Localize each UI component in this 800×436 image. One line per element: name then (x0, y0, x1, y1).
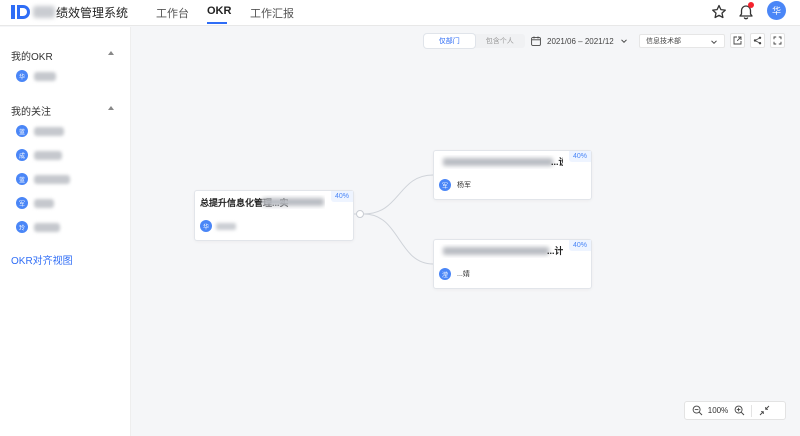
zoom-in-icon (734, 405, 744, 416)
okr-title: 总提升信息化管理...实 (200, 195, 325, 209)
okr-title-text: ...计 (547, 246, 563, 256)
okr-align-view-link[interactable]: OKR对齐视图 (11, 252, 73, 267)
sidebar-item-following[interactable]: 玲 (16, 220, 60, 234)
following-section-title[interactable]: 我的关注 (11, 103, 51, 118)
share-button[interactable] (750, 33, 765, 48)
zoom-out-button[interactable] (689, 403, 705, 419)
export-button[interactable] (730, 33, 745, 48)
avatar: 蓝 (16, 173, 28, 185)
tab-work-report[interactable]: 工作汇报 (250, 5, 294, 21)
active-tab-indicator (207, 22, 227, 24)
tab-workbench[interactable]: 工作台 (156, 5, 189, 21)
zoom-level: 100% (707, 406, 729, 415)
scope-department-only-button[interactable]: 仅部门 (424, 34, 475, 48)
title-redacted (443, 247, 549, 255)
okr-card-root[interactable]: 40% 总提升信息化管理...实 华 (194, 190, 354, 241)
tab-okr[interactable]: OKR (207, 5, 231, 17)
name-redacted (34, 150, 62, 160)
name-redacted (34, 71, 56, 81)
progress-badge: 40% (568, 151, 591, 162)
okr-owner: 滢 ...婧 (439, 268, 470, 280)
okr-card-child[interactable]: 40% ...设 军 杨军 (433, 150, 592, 200)
progress-badge: 40% (330, 191, 353, 202)
sidebar: 我的OKR 华 我的关注 蓝 成 蓝 军 玲 OKR对齐视图 (0, 27, 131, 436)
avatar: 蓝 (16, 125, 28, 137)
chevron-down-icon (711, 40, 717, 45)
department-value: 信息技术部 (646, 38, 681, 45)
zoom-controls: 100% (684, 401, 786, 420)
share-icon (753, 36, 762, 45)
fullscreen-icon (773, 36, 782, 45)
notification-badge (748, 2, 754, 8)
avatar: 华 (16, 70, 28, 82)
app-logo-icon[interactable] (11, 4, 33, 20)
avatar: 滢 (439, 268, 451, 280)
user-avatar[interactable]: 华 (767, 1, 786, 20)
sidebar-item-my-okr[interactable]: 华 (16, 69, 56, 83)
collapse-caret-icon[interactable] (108, 51, 114, 55)
okr-title: ...计 (439, 244, 563, 258)
avatar: 军 (16, 197, 28, 209)
my-okr-section-title[interactable]: 我的OKR (11, 48, 53, 63)
okr-title-text: ...设 (551, 157, 563, 167)
zoom-in-button[interactable] (731, 403, 747, 419)
zoom-out-icon (692, 405, 702, 416)
sidebar-item-following[interactable]: 军 (16, 196, 54, 210)
avatar: 成 (16, 149, 28, 161)
sidebar-item-following[interactable]: 蓝 (16, 172, 70, 186)
date-range-value: 2021/06 – 2021/12 (547, 36, 614, 46)
chevron-down-icon (620, 39, 627, 44)
title-redacted (262, 198, 324, 206)
name-redacted (34, 198, 54, 208)
okr-owner: 军 杨军 (439, 179, 471, 191)
app-title: 绩效管理系统 (56, 6, 129, 20)
fit-view-button[interactable] (756, 403, 772, 419)
top-header: 绩效管理系统 工作台 OKR 工作汇报 华 (0, 0, 800, 26)
progress-badge: 40% (568, 240, 591, 251)
collapse-arrows-icon (759, 405, 769, 416)
fullscreen-button[interactable] (770, 33, 785, 48)
date-range-picker[interactable]: 2021/06 – 2021/12 (531, 34, 633, 48)
divider (751, 404, 752, 417)
name-redacted (34, 126, 64, 136)
department-select[interactable]: 信息技术部 (639, 34, 725, 48)
company-name-redacted (33, 6, 55, 18)
name-redacted (34, 222, 60, 232)
owner-name-redacted (216, 222, 236, 230)
avatar: 华 (200, 220, 212, 232)
avatar: 玲 (16, 221, 28, 233)
calendar-icon (531, 36, 541, 46)
okr-card-child[interactable]: 40% ...计 滢 ...婧 (433, 239, 592, 289)
okr-owner: 华 (200, 220, 236, 232)
owner-name: 杨军 (457, 182, 471, 189)
title-redacted (443, 158, 553, 166)
external-link-icon (733, 36, 742, 45)
star-icon[interactable] (710, 3, 728, 21)
avatar: 军 (439, 179, 451, 191)
sidebar-item-following[interactable]: 成 (16, 148, 62, 162)
scope-include-personal-button[interactable]: 包含个人 (475, 34, 526, 48)
owner-name: ...婧 (457, 271, 470, 278)
name-redacted (34, 174, 70, 184)
okr-title: ...设 (439, 155, 563, 169)
sidebar-item-following[interactable]: 蓝 (16, 124, 64, 138)
collapse-node-toggle[interactable] (356, 210, 364, 218)
scope-toggle: 仅部门 包含个人 (424, 34, 525, 48)
collapse-caret-icon[interactable] (108, 106, 114, 110)
